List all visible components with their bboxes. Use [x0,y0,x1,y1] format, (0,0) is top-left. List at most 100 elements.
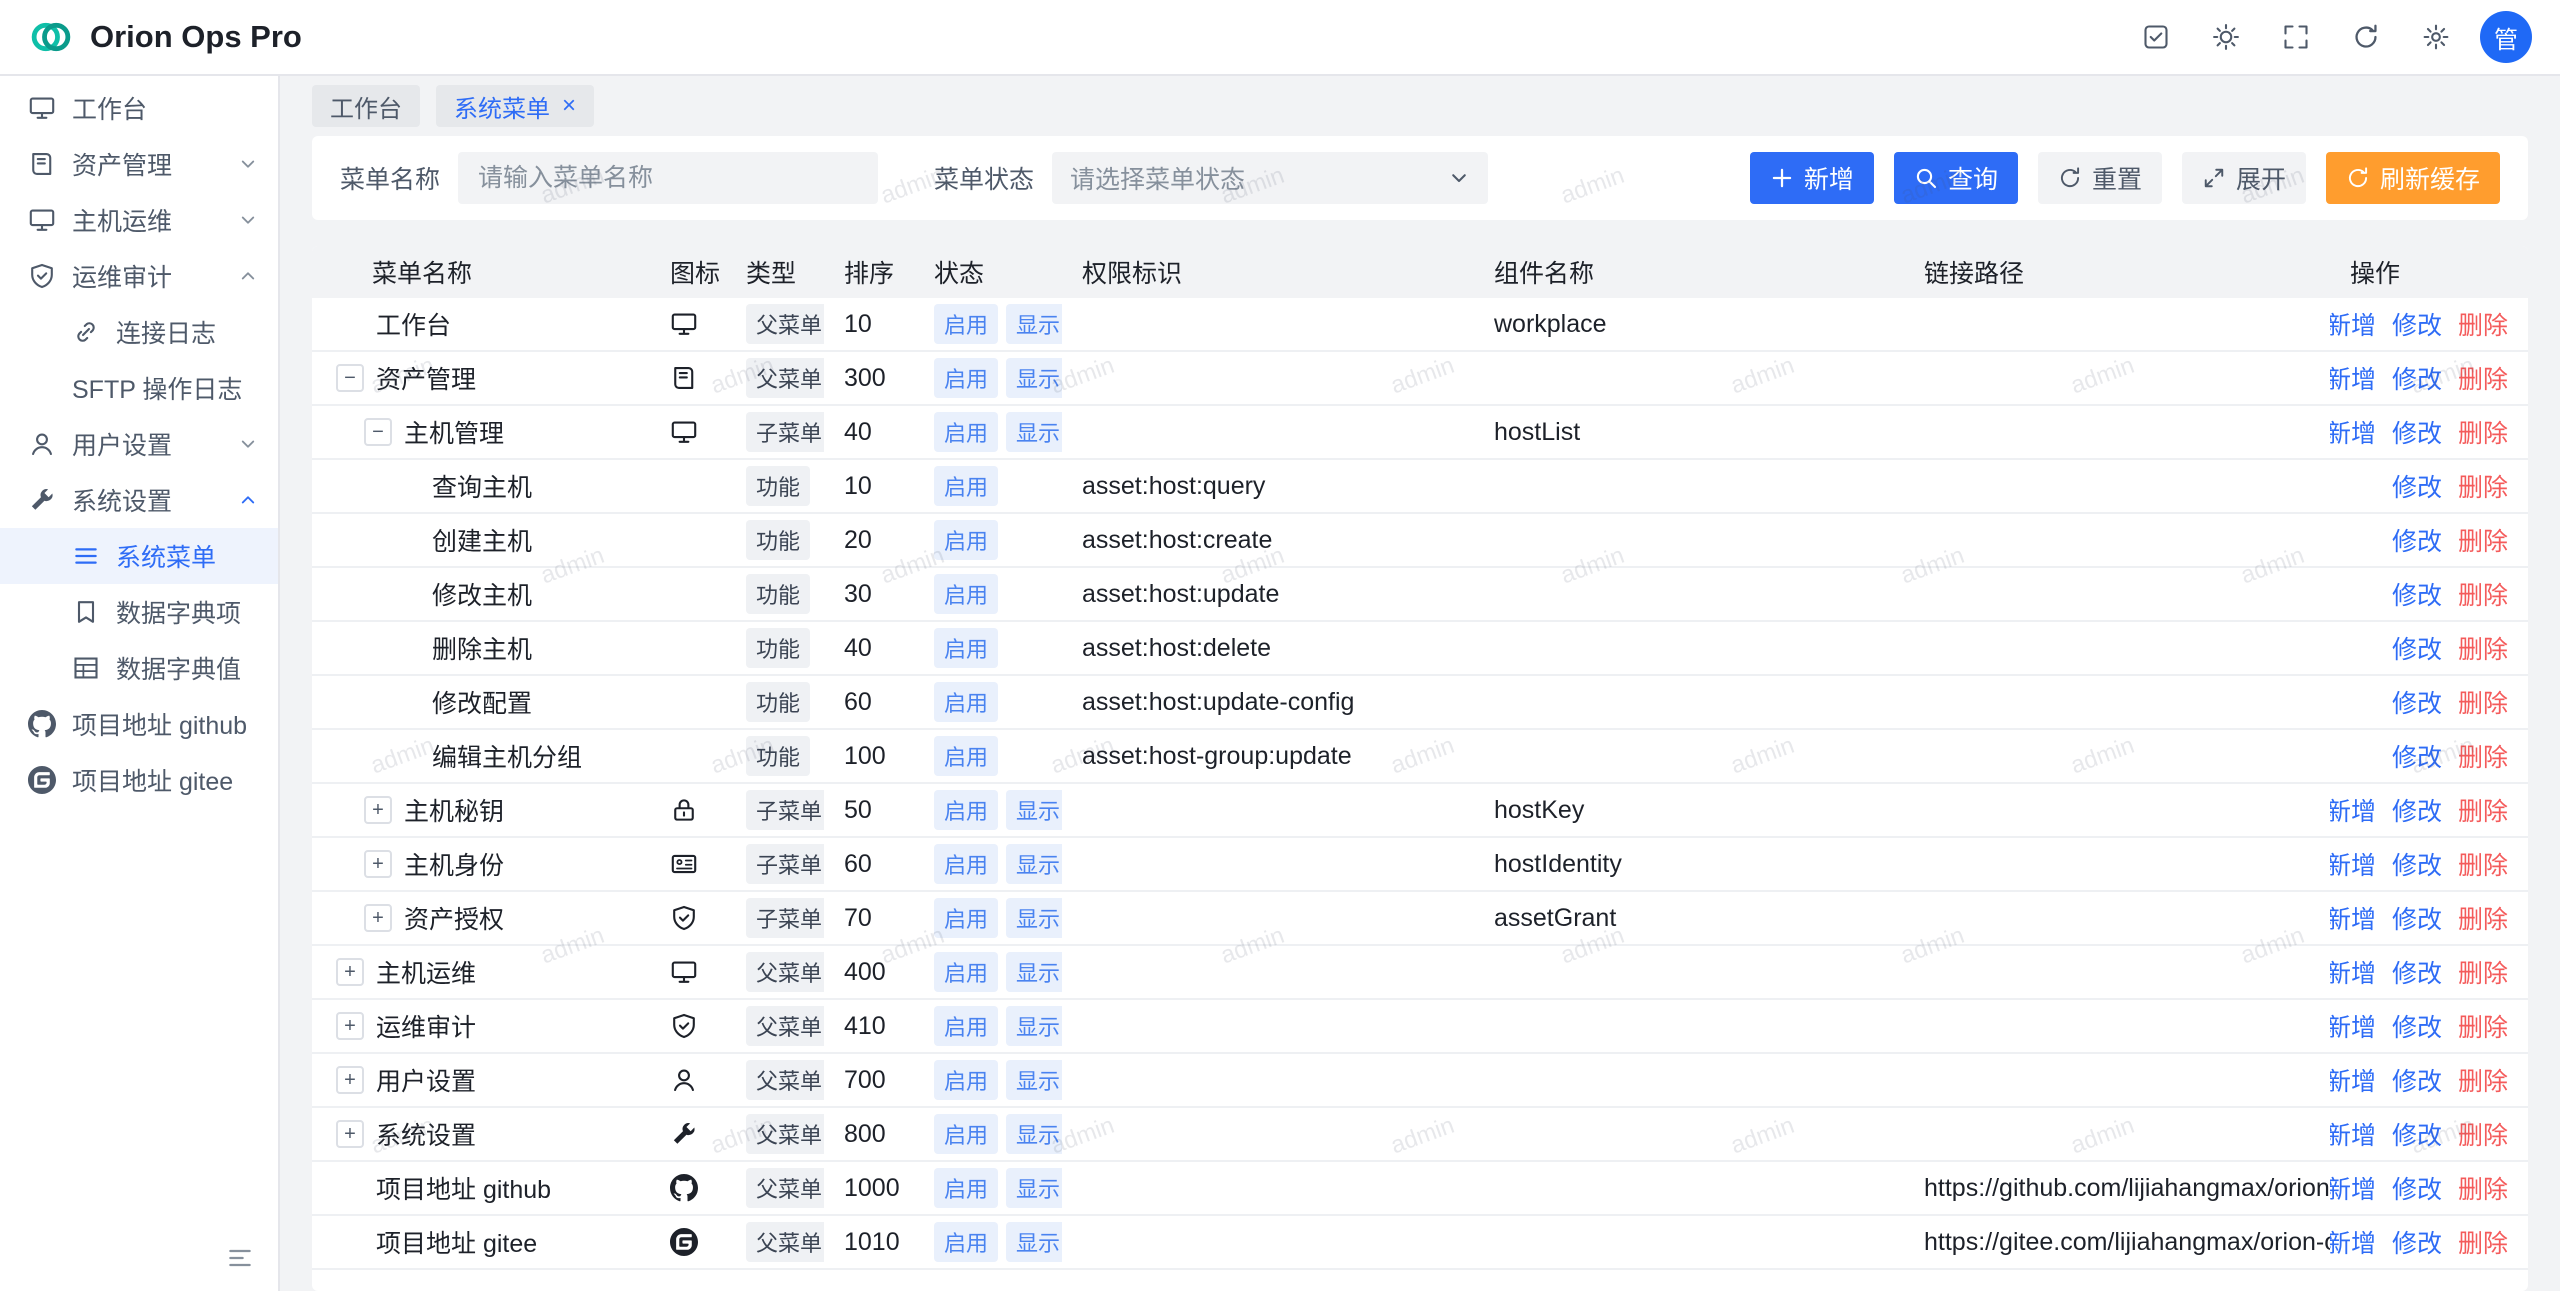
row-expander-button[interactable]: + [336,1120,364,1148]
row-action-del[interactable]: 删除 [2458,1116,2508,1152]
table-row[interactable]: 项目地址 gitee 父菜单 1010 启用显示 https://gitee.c… [312,1216,2528,1270]
row-action-edit[interactable]: 修改 [2392,414,2442,450]
gear-icon-button[interactable] [2410,11,2462,63]
row-action-edit[interactable]: 修改 [2392,900,2442,936]
row-action-del[interactable]: 删除 [2458,846,2508,882]
row-action-edit[interactable]: 修改 [2392,738,2442,774]
row-action-edit[interactable]: 修改 [2392,1062,2442,1098]
row-action-del[interactable]: 删除 [2458,900,2508,936]
row-action-edit[interactable]: 修改 [2392,1224,2442,1260]
row-action-edit[interactable]: 修改 [2392,792,2442,828]
row-action-add[interactable]: 新增 [2330,1008,2376,1044]
row-action-del[interactable]: 删除 [2458,1224,2508,1260]
row-action-del[interactable]: 删除 [2458,360,2508,396]
row-action-edit[interactable]: 修改 [2392,1008,2442,1044]
row-action-add[interactable]: 新增 [2330,1170,2376,1206]
row-action-del[interactable]: 删除 [2458,468,2508,504]
sidebar-item[interactable]: 工作台 [0,80,278,136]
close-icon[interactable]: × [562,94,576,118]
table-row[interactable]: +主机运维 父菜单 400 启用显示 新增修改删除 [312,946,2528,1000]
sidebar-subitem[interactable]: 连接日志 [0,304,278,360]
row-action-add[interactable]: 新增 [2330,846,2376,882]
table-row[interactable]: 修改配置 功能 60 启用 asset:host:update-config 修… [312,676,2528,730]
row-action-del[interactable]: 删除 [2458,1062,2508,1098]
row-action-del[interactable]: 删除 [2458,1008,2508,1044]
search-button[interactable]: 查询 [1894,152,2018,204]
sidebar-item[interactable]: 用户设置 [0,416,278,472]
row-action-add[interactable]: 新增 [2330,954,2376,990]
sidebar-item[interactable]: 运维审计 [0,248,278,304]
table-row[interactable]: 编辑主机分组 功能 100 启用 asset:host-group:update… [312,730,2528,784]
row-expander-button[interactable]: + [364,796,392,824]
row-action-del[interactable]: 删除 [2458,1170,2508,1206]
row-action-edit[interactable]: 修改 [2392,576,2442,612]
row-action-del[interactable]: 删除 [2458,306,2508,342]
row-action-edit[interactable]: 修改 [2392,1170,2442,1206]
table-row[interactable]: 删除主机 功能 40 启用 asset:host:delete 修改删除 [312,622,2528,676]
table-row[interactable]: +资产授权 子菜单 70 启用显示 assetGrant 新增修改删除 [312,892,2528,946]
sun-icon-button[interactable] [2200,11,2252,63]
row-expander-button[interactable]: + [364,904,392,932]
table-row[interactable]: 工作台 父菜单 10 启用显示 workplace 新增修改删除 [312,298,2528,352]
user-avatar[interactable]: 管 [2480,11,2532,63]
table-row[interactable]: +主机秘钥 子菜单 50 启用显示 hostKey 新增修改删除 [312,784,2528,838]
table-row[interactable]: −资产管理 父菜单 300 启用显示 新增修改删除 [312,352,2528,406]
row-expander-button[interactable]: + [336,1012,364,1040]
menu-status-select[interactable]: 请选择菜单状态 [1052,152,1488,204]
menu-name-input[interactable] [458,152,878,204]
row-action-add[interactable]: 新增 [2330,306,2376,342]
fullscreen-icon-button[interactable] [2270,11,2322,63]
row-action-edit[interactable]: 修改 [2392,954,2442,990]
row-action-edit[interactable]: 修改 [2392,468,2442,504]
table-row[interactable]: +系统设置 父菜单 800 启用显示 新增修改删除 [312,1108,2528,1162]
row-action-edit[interactable]: 修改 [2392,1116,2442,1152]
table-row[interactable]: 创建主机 功能 20 启用 asset:host:create 修改删除 [312,514,2528,568]
table-row[interactable]: 项目地址 github 父菜单 1000 启用显示 https://github… [312,1162,2528,1216]
row-action-edit[interactable]: 修改 [2392,522,2442,558]
row-action-edit[interactable]: 修改 [2392,846,2442,882]
table-row[interactable]: +主机身份 子菜单 60 启用显示 hostIdentity 新增修改删除 [312,838,2528,892]
sidebar-collapse-button[interactable] [226,1243,258,1275]
refresh-icon-button[interactable] [2340,11,2392,63]
table-row[interactable]: 修改主机 功能 30 启用 asset:host:update 修改删除 [312,568,2528,622]
sidebar-item[interactable]: 主机运维 [0,192,278,248]
row-expander-button[interactable]: + [336,958,364,986]
row-expander-button[interactable]: − [336,364,364,392]
row-action-del[interactable]: 删除 [2458,576,2508,612]
sidebar-item[interactable]: 资产管理 [0,136,278,192]
refresh-cache-button[interactable]: 刷新缓存 [2326,152,2500,204]
expand-button[interactable]: 展开 [2182,152,2306,204]
row-action-del[interactable]: 删除 [2458,792,2508,828]
row-expander-button[interactable]: − [364,418,392,446]
row-action-add[interactable]: 新增 [2330,900,2376,936]
row-action-edit[interactable]: 修改 [2392,360,2442,396]
sidebar-item[interactable]: 系统设置 [0,472,278,528]
row-action-edit[interactable]: 修改 [2392,630,2442,666]
row-action-del[interactable]: 删除 [2458,630,2508,666]
row-action-del[interactable]: 删除 [2458,954,2508,990]
row-action-edit[interactable]: 修改 [2392,306,2442,342]
sidebar-subitem[interactable]: 数据字典值 [0,640,278,696]
sidebar-subitem[interactable]: SFTP 操作日志 [0,360,278,416]
row-action-del[interactable]: 删除 [2458,684,2508,720]
row-action-add[interactable]: 新增 [2330,792,2376,828]
row-action-add[interactable]: 新增 [2330,1062,2376,1098]
sidebar-item[interactable]: 项目地址 gitee [0,752,278,808]
row-action-add[interactable]: 新增 [2330,360,2376,396]
table-row[interactable]: +运维审计 父菜单 410 启用显示 新增修改删除 [312,1000,2528,1054]
reset-button[interactable]: 重置 [2038,152,2162,204]
row-action-del[interactable]: 删除 [2458,738,2508,774]
tab-system-menu[interactable]: 系统菜单 × [436,85,594,127]
tab-workbench[interactable]: 工作台 [312,85,420,127]
row-action-edit[interactable]: 修改 [2392,684,2442,720]
row-expander-button[interactable]: + [364,850,392,878]
sidebar-subitem[interactable]: 系统菜单 [0,528,278,584]
row-action-del[interactable]: 删除 [2458,522,2508,558]
row-expander-button[interactable]: + [336,1066,364,1094]
sidebar-subitem[interactable]: 数据字典项 [0,584,278,640]
row-action-add[interactable]: 新增 [2330,1224,2376,1260]
row-action-add[interactable]: 新增 [2330,1116,2376,1152]
sidebar-item[interactable]: 项目地址 github [0,696,278,752]
table-row[interactable]: 查询主机 功能 10 启用 asset:host:query 修改删除 [312,460,2528,514]
check-square-icon-button[interactable] [2130,11,2182,63]
